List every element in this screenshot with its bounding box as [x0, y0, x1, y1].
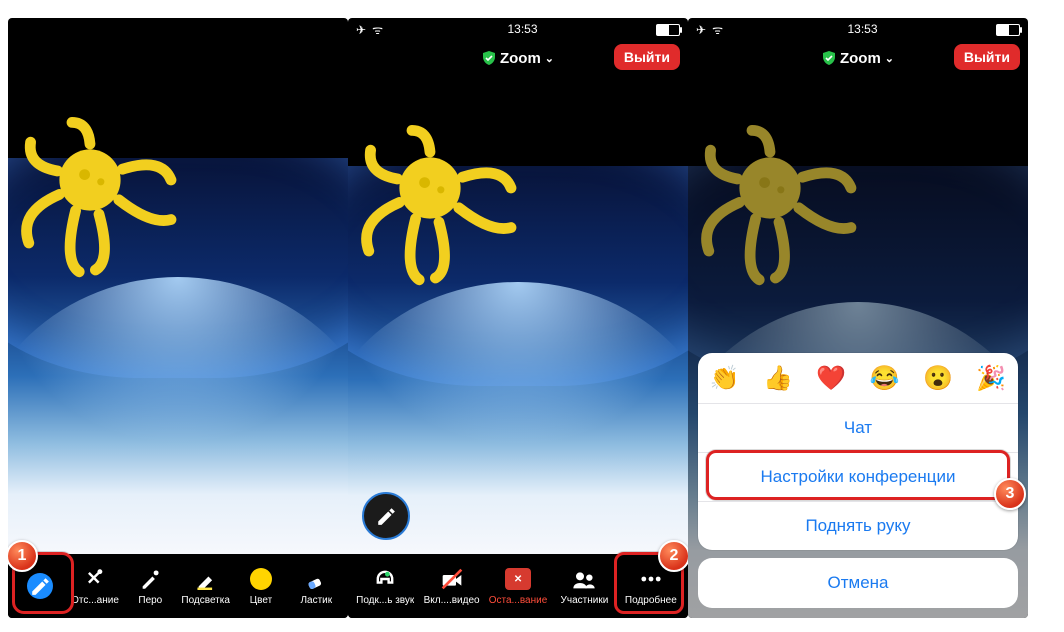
eraser-icon — [303, 566, 329, 592]
meeting-header: Zoom ⌄ Выйти — [348, 40, 688, 76]
eraser-button[interactable]: Ластик — [289, 566, 344, 606]
callout-badge-3: 3 — [994, 478, 1026, 510]
reaction-wow[interactable]: 😮 — [923, 364, 953, 393]
wifi-icon: ᯤ — [712, 23, 723, 37]
pencil-icon — [376, 506, 396, 526]
participants-button[interactable]: Участники — [551, 566, 617, 606]
screenshot-1: Отс...ание Перо Подсветка Цвет Ластик 1 — [8, 18, 348, 618]
color-swatch-icon — [248, 566, 274, 592]
reaction-tada[interactable]: 🎉 — [976, 364, 1006, 393]
screenshot-3: ✈︎ ᯤ 13:53 Zoom ⌄ Выйти 👏 👍 — [688, 18, 1028, 618]
meeting-header: Zoom ⌄ Выйти — [688, 40, 1028, 76]
battery-icon — [996, 24, 1020, 36]
pen-icon — [137, 566, 163, 592]
toolbar-label: Подсветка — [181, 595, 230, 606]
video-off-icon — [439, 566, 465, 592]
toolbar-label: Перо — [138, 595, 162, 606]
toolbar-label: Цвет — [250, 595, 272, 606]
headset-icon — [372, 566, 398, 592]
toolbar-label: Оста...вание — [489, 595, 548, 606]
airplane-icon: ✈︎ — [696, 23, 706, 37]
shield-icon — [482, 51, 496, 65]
highlight-icon — [193, 566, 219, 592]
reactions-row: 👏 👍 ❤️ 😂 😮 🎉 — [698, 353, 1018, 403]
status-time: 13:53 — [848, 22, 878, 36]
pen-button[interactable]: Перо — [123, 566, 178, 606]
shield-icon — [822, 51, 836, 65]
status-bar: ✈︎ ᯤ 13:53 — [348, 18, 688, 40]
status-bar: ✈︎ ᯤ 13:53 — [688, 18, 1028, 40]
chevron-down-icon: ⌄ — [545, 52, 554, 65]
reaction-heart[interactable]: ❤️ — [816, 364, 846, 393]
chat-row[interactable]: Чат — [698, 403, 1018, 452]
stop-share-button[interactable]: ✕ Оста...вание — [485, 566, 551, 606]
battery-icon — [656, 24, 680, 36]
cancel-button[interactable]: Отмена — [698, 558, 1018, 608]
toolbar-label: Отс...ание — [71, 595, 119, 606]
reaction-thumbs-up[interactable]: 👍 — [763, 364, 793, 393]
leave-button[interactable]: Выйти — [954, 44, 1020, 70]
color-button[interactable]: Цвет — [233, 566, 288, 606]
wifi-icon: ᯤ — [372, 23, 383, 37]
toolbar-label: Подк...ь звук — [356, 595, 414, 606]
stop-share-icon: ✕ — [505, 566, 531, 592]
video-button[interactable]: Вкл....видео — [418, 566, 484, 606]
airplane-icon: ✈︎ — [356, 23, 366, 37]
status-time: 13:53 — [508, 22, 538, 36]
toolbar-label: Участники — [561, 595, 609, 606]
app-title[interactable]: Zoom — [500, 50, 541, 67]
highlight-button[interactable]: Подсветка — [178, 566, 233, 606]
annotate-fab[interactable] — [362, 492, 410, 540]
raise-hand-row[interactable]: Поднять руку — [698, 501, 1018, 550]
spotlight-button[interactable]: Отс...ание — [67, 566, 122, 606]
reaction-joy[interactable]: 😂 — [870, 364, 900, 393]
app-title[interactable]: Zoom — [840, 50, 881, 67]
audio-button[interactable]: Подк...ь звук — [352, 566, 418, 606]
screenshot-2: ✈︎ᯤ 13:53 Zoom ⌄ Выйти По — [348, 18, 688, 618]
callout-highlight-3 — [706, 450, 1010, 500]
reaction-clap[interactable]: 👏 — [710, 364, 740, 393]
participants-icon — [571, 566, 597, 592]
callout-badge-2: 2 — [658, 540, 688, 572]
chevron-down-icon: ⌄ — [885, 52, 894, 65]
toolbar-label: Ластик — [300, 595, 332, 606]
spotlight-icon — [82, 566, 108, 592]
shared-content — [8, 158, 348, 554]
leave-button[interactable]: Выйти — [614, 44, 680, 70]
toolbar-label: Вкл....видео — [424, 595, 480, 606]
